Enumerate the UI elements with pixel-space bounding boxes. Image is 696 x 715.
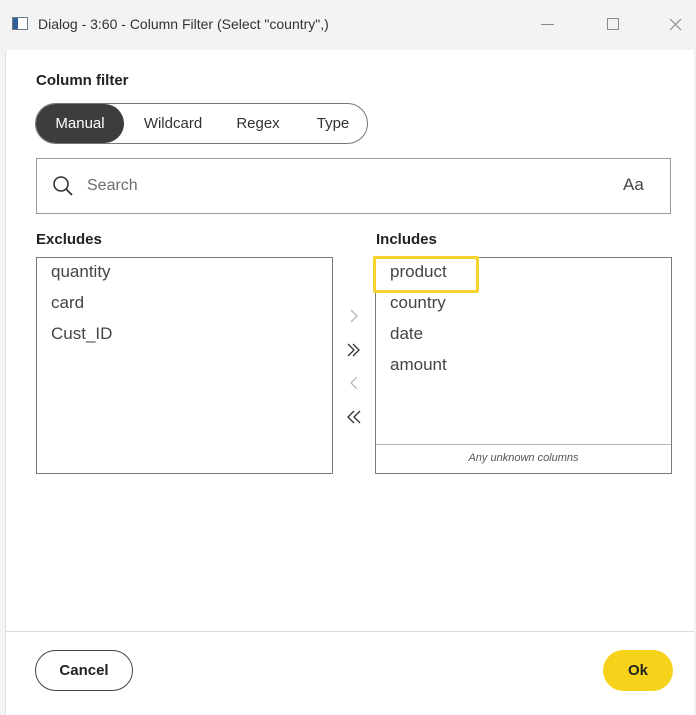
section-title: Column filter [36,72,129,89]
minimize-icon [540,23,554,25]
maximize-button[interactable] [596,10,630,38]
move-right-button[interactable] [340,304,368,328]
search-icon [53,176,73,196]
excludes-list[interactable]: quantity card Cust_ID [36,257,333,474]
includes-item[interactable]: country [390,293,446,313]
move-all-left-icon [347,410,361,424]
case-sensitive-toggle[interactable]: Aa [623,175,644,195]
mode-manual-tab[interactable]: Manual [36,104,124,143]
mode-regex-tab[interactable]: Regex [226,104,290,143]
footer-divider [6,631,694,632]
excludes-item[interactable]: quantity [51,262,111,282]
search-input[interactable] [87,171,587,201]
minimize-button[interactable] [530,10,564,38]
window-app-icon [12,17,28,30]
includes-item[interactable]: product [390,262,447,282]
includes-item[interactable]: amount [390,355,447,375]
unknown-columns-label[interactable]: Any unknown columns [376,452,671,464]
filter-mode-selector: Manual Wildcard Regex Type [35,103,368,144]
move-all-right-button[interactable] [340,338,368,362]
search-box: Aa [36,158,671,214]
move-left-icon [350,376,358,390]
includes-title: Includes [376,231,437,248]
excludes-title: Excludes [36,231,102,248]
close-button[interactable] [658,10,692,38]
move-all-right-icon [347,343,360,357]
close-icon [669,18,681,30]
excludes-item[interactable]: Cust_ID [51,324,112,344]
ok-button[interactable]: Ok [603,650,673,691]
includes-item[interactable]: date [390,324,423,344]
mode-type-tab[interactable]: Type [300,104,366,143]
unknown-columns-divider [376,444,671,445]
excludes-item[interactable]: card [51,293,84,313]
maximize-icon [607,18,619,30]
dialog-left-edge [0,50,6,715]
move-all-left-button[interactable] [340,405,368,429]
includes-list[interactable]: product country date amount Any unknown … [375,257,672,474]
move-right-icon [350,309,358,323]
window-title: Dialog - 3:60 - Column Filter (Select "c… [38,16,329,32]
move-left-button[interactable] [340,371,368,395]
mode-wildcard-tab[interactable]: Wildcard [130,104,216,143]
title-bar: Dialog - 3:60 - Column Filter (Select "c… [0,0,696,50]
cancel-button[interactable]: Cancel [35,650,133,691]
